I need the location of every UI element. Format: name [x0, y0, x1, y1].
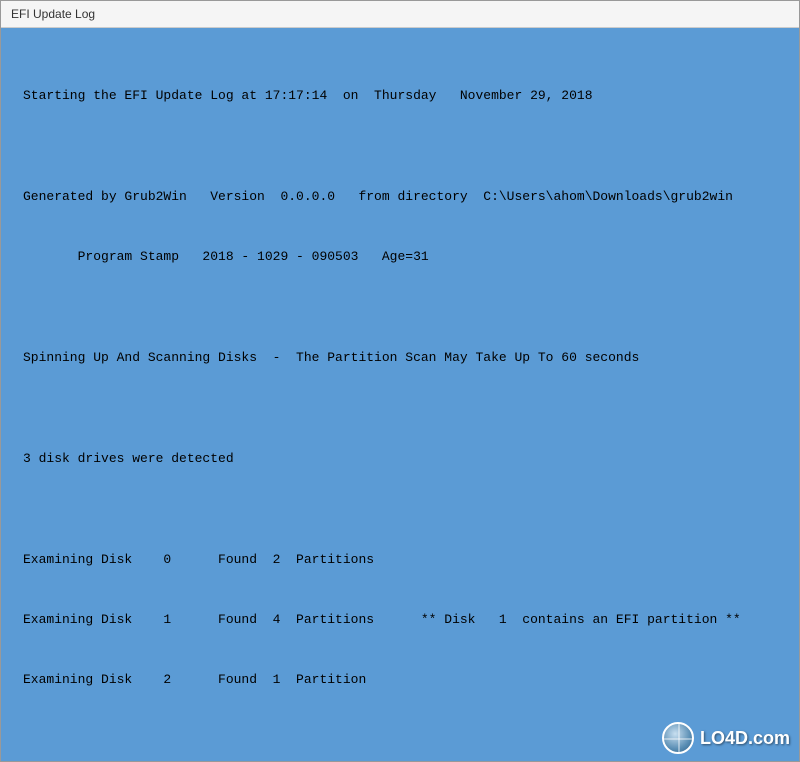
main-window: EFI Update Log Starting the EFI Update L…	[0, 0, 800, 762]
watermark-globe-icon	[662, 722, 694, 754]
log-line-6a: Examining Disk 0 Found 2 Partitions	[23, 550, 777, 570]
window-title: EFI Update Log	[11, 7, 95, 21]
title-bar: EFI Update Log	[1, 1, 799, 28]
log-line-2: Generated by Grub2Win Version 0.0.0.0 fr…	[23, 187, 777, 207]
log-line-5: 3 disk drives were detected	[23, 449, 777, 469]
watermark-text: LO4D.com	[700, 728, 790, 749]
log-section-1: Starting the EFI Update Log at 17:17:14 …	[23, 46, 777, 761]
content-area: Starting the EFI Update Log at 17:17:14 …	[1, 28, 799, 761]
log-line-1: Starting the EFI Update Log at 17:17:14 …	[23, 86, 777, 106]
watermark: LO4D.com	[662, 722, 790, 754]
log-line-3: Program Stamp 2018 - 1029 - 090503 Age=3…	[23, 247, 777, 267]
log-line-4: Spinning Up And Scanning Disks - The Par…	[23, 348, 777, 368]
log-line-6b: Examining Disk 1 Found 4 Partitions ** D…	[23, 610, 777, 630]
log-line-6c: Examining Disk 2 Found 1 Partition	[23, 670, 777, 690]
